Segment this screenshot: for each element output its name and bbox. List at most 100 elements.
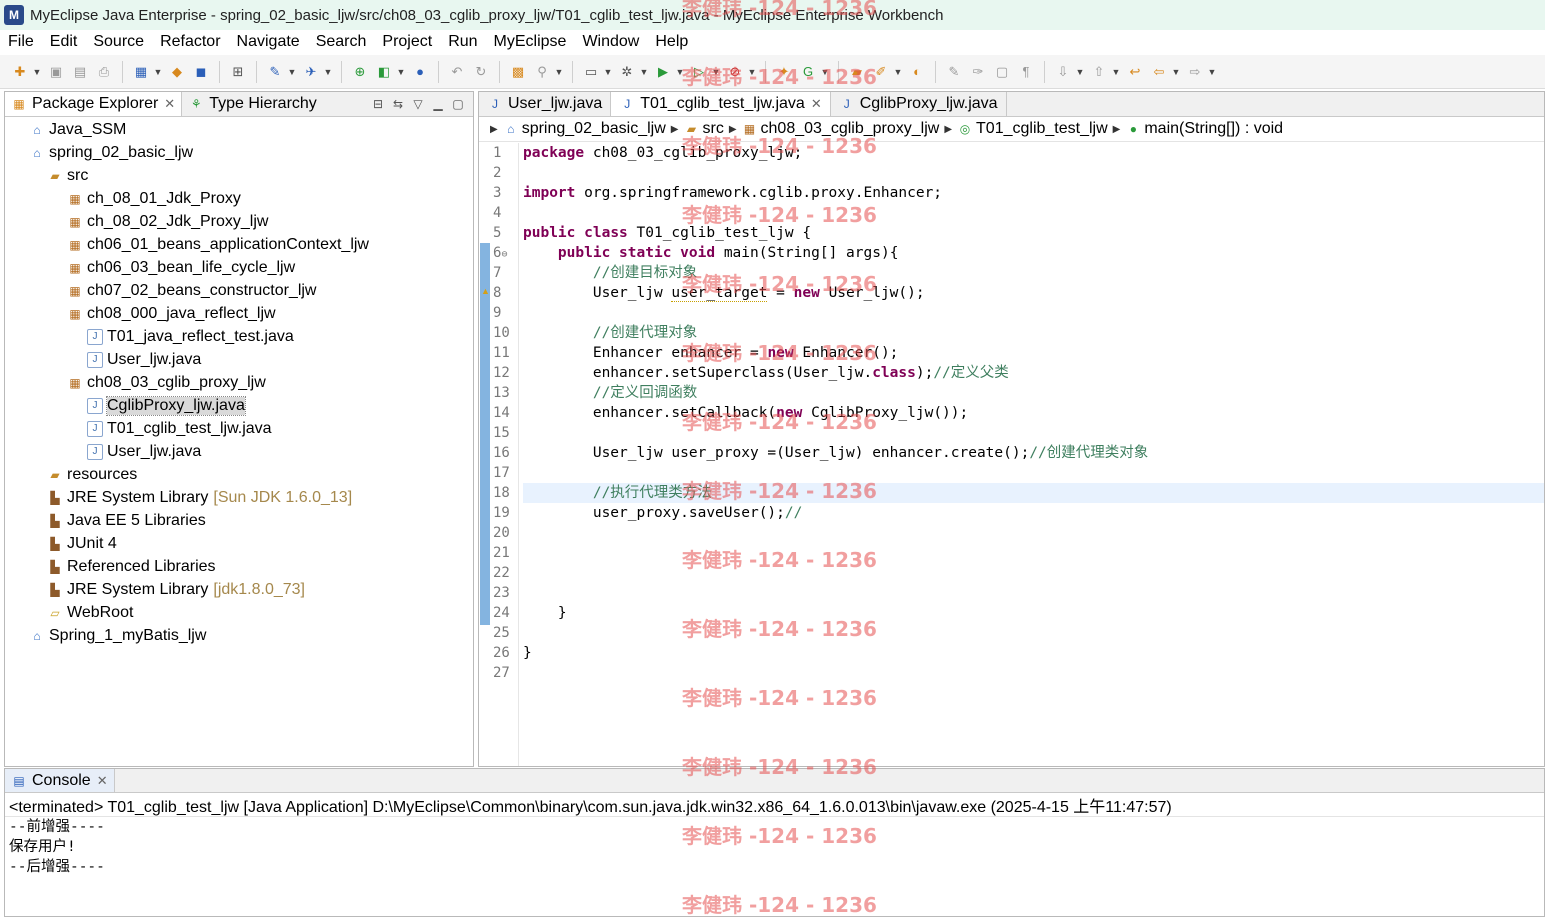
menu-run[interactable]: Run (440, 33, 485, 51)
refresh-icon[interactable]: ↻ (472, 63, 490, 81)
tree-item[interactable]: ⌂ Spring_1_myBatis_ljw (29, 624, 206, 647)
tree-item[interactable]: ▦ ch08_03_cglib_proxy_ljw (67, 371, 265, 394)
new-project-icon[interactable]: ▦ (132, 63, 150, 81)
tree-item[interactable]: ⌂ Java_SSM (29, 118, 126, 141)
breadcrumb-project[interactable]: spring_02_basic_ljw (522, 120, 666, 138)
tree-item[interactable]: ▦ ch_08_02_Jdk_Proxy_ljw (67, 210, 268, 233)
search-dropdown-icon[interactable]: ▼ (554, 63, 564, 81)
tree-item[interactable]: J T01_java_reflect_test.java (87, 325, 294, 348)
package-icon[interactable]: ◆ (168, 63, 186, 81)
tab-console[interactable]: ▤ Console ✕ (5, 769, 115, 792)
maximize-icon[interactable]: ▢ (449, 95, 467, 113)
tree-item[interactable]: ▦ ch07_02_beans_constructor_ljw (67, 279, 316, 302)
tree-item[interactable]: J User_ljw.java (87, 348, 201, 371)
tree-item[interactable]: ▦ ch06_03_bean_life_cycle_ljw (67, 256, 295, 279)
open-folder-icon[interactable]: ▰ (848, 63, 866, 81)
close-icon[interactable]: ✕ (97, 773, 108, 789)
forward-icon[interactable]: ⇨ (1186, 63, 1204, 81)
breadcrumb-class[interactable]: T01_cglib_test_ljw (976, 120, 1108, 138)
edit-icon[interactable]: ✑ (969, 63, 987, 81)
toggle-block-icon[interactable]: ▢ (993, 63, 1011, 81)
new-interface-icon[interactable]: G (799, 63, 817, 81)
collapse-all-icon[interactable]: ⊟ (369, 95, 387, 113)
tree-item[interactable]: ▦ ch_08_01_Jdk_Proxy (67, 187, 241, 210)
run-dropdown-icon[interactable]: ▼ (675, 63, 685, 81)
coverage-dropdown-icon[interactable]: ▼ (747, 63, 757, 81)
save-all-icon[interactable]: ▤ (71, 63, 89, 81)
tree-item[interactable]: ▙ JUnit 4 (47, 532, 116, 555)
tree-item[interactable]: ▙ JRE System Library [Sun JDK 1.6.0_13] (47, 486, 352, 509)
build-icon[interactable]: ⊕ (351, 63, 369, 81)
deploy-icon[interactable]: ◼ (192, 63, 210, 81)
back-dropdown-icon[interactable]: ▼ (1171, 63, 1181, 81)
link-with-editor-icon[interactable]: ⇆ (389, 95, 407, 113)
menu-help[interactable]: Help (647, 33, 696, 51)
close-icon[interactable]: ✕ (164, 96, 175, 112)
tree-item[interactable]: ▙ JRE System Library [jdk1.8.0_73] (47, 578, 305, 601)
run-server-dropdown-icon[interactable]: ▼ (287, 63, 297, 81)
tab-type-hierarchy[interactable]: ⚘ Type Hierarchy (182, 92, 323, 116)
back-icon[interactable]: ⇦ (1150, 63, 1168, 81)
coverage-icon[interactable]: ⊘ (726, 63, 744, 81)
breadcrumb-package[interactable]: ch08_03_cglib_proxy_ljw (761, 120, 940, 138)
open-resource-icon[interactable]: ◐ (908, 63, 926, 81)
task-dropdown-icon[interactable]: ▼ (893, 63, 903, 81)
show-whitespace-icon[interactable]: ¶ (1017, 63, 1035, 81)
menu-myeclipse[interactable]: MyEclipse (486, 33, 575, 51)
tree-item[interactable]: ▦ ch08_000_java_reflect_ljw (67, 302, 275, 325)
console-output[interactable]: --前增强---- 保存用户! --后增强---- (5, 817, 1544, 877)
tab-user-ljw[interactable]: J User_ljw.java (479, 92, 612, 116)
tree-item[interactable]: ▦ ch06_01_beans_applicationContext_ljw (67, 233, 369, 256)
tree-item[interactable]: J T01_cglib_test_ljw.java (87, 417, 272, 440)
new-interface-dropdown-icon[interactable]: ▼ (820, 63, 830, 81)
last-edit-icon[interactable]: ↩ (1126, 63, 1144, 81)
menu-window[interactable]: Window (574, 33, 647, 51)
tab-t01-cglib-test-ljw[interactable]: J T01_cglib_test_ljw.java ✕ (611, 92, 831, 116)
new-dropdown-icon[interactable]: ▼ (32, 63, 42, 81)
web-browser-dropdown-icon[interactable]: ▼ (323, 63, 333, 81)
tree-item[interactable]: ▰ resources (47, 463, 137, 486)
menu-navigate[interactable]: Navigate (229, 33, 308, 51)
breadcrumb-method[interactable]: main(String[]) : void (1144, 120, 1283, 138)
fold-collapse-icon[interactable]: ⊖ (501, 249, 507, 260)
forward-dropdown-icon[interactable]: ▼ (1207, 63, 1217, 81)
print-icon[interactable]: ⎙ (95, 63, 113, 81)
menu-file[interactable]: File (0, 33, 42, 51)
tab-package-explorer[interactable]: ▦ Package Explorer ✕ (5, 92, 183, 116)
tree-item[interactable]: ▱ WebRoot (47, 601, 133, 624)
new-project-dropdown-icon[interactable]: ▼ (153, 63, 163, 81)
globe-icon[interactable]: ● (411, 63, 429, 81)
code-area[interactable]: ▲ 1 2 3 4 5 6⊖ 7 8 9 10 11 12 13 14 15 16 17 18 19 20 21 22 23… (479, 143, 1544, 766)
web-browser-icon[interactable]: ✈ (302, 63, 320, 81)
server-icon[interactable]: ⊞ (229, 63, 247, 81)
view-menu-icon[interactable]: ▽ (409, 95, 427, 113)
debug-icon[interactable]: ✲ (618, 63, 636, 81)
new-icon[interactable]: ✚ (11, 63, 29, 81)
back-history-icon[interactable]: ↶ (448, 63, 466, 81)
menu-project[interactable]: Project (374, 33, 440, 51)
tab-cglibproxy-ljw[interactable]: J CglibProxy_ljw.java (831, 92, 1007, 116)
menu-refactor[interactable]: Refactor (152, 33, 228, 51)
search-icon[interactable]: ⚲ (533, 63, 551, 81)
breadcrumb-src[interactable]: src (703, 120, 724, 138)
tree-item[interactable]: ▰ src (47, 164, 88, 187)
new-class-icon[interactable]: ✦ (775, 63, 793, 81)
tree-item[interactable]: J User_ljw.java (87, 440, 201, 463)
prev-annotation-dropdown-icon[interactable]: ▼ (1111, 63, 1121, 81)
warning-icon[interactable]: ▲ (481, 286, 491, 296)
monitor-dropdown-icon[interactable]: ▼ (603, 63, 613, 81)
tree-item[interactable]: ▙ Referenced Libraries (47, 555, 215, 578)
launch-icon[interactable]: ◧ (375, 63, 393, 81)
save-icon[interactable]: ▣ (47, 63, 65, 81)
close-icon[interactable]: ✕ (811, 96, 822, 112)
tree-item[interactable]: ▙ Java EE 5 Libraries (47, 509, 205, 532)
task-icon[interactable]: ✐ (872, 63, 890, 81)
run-external-icon[interactable]: ▷ (690, 63, 708, 81)
monitor-icon[interactable]: ▭ (582, 63, 600, 81)
next-annotation-icon[interactable]: ⇩ (1054, 63, 1072, 81)
run-server-icon[interactable]: ✎ (266, 63, 284, 81)
menu-edit[interactable]: Edit (42, 33, 86, 51)
run-external-dropdown-icon[interactable]: ▼ (711, 63, 721, 81)
prev-annotation-icon[interactable]: ⇧ (1090, 63, 1108, 81)
tree-item[interactable]: ⌂ spring_02_basic_ljw (29, 141, 193, 164)
